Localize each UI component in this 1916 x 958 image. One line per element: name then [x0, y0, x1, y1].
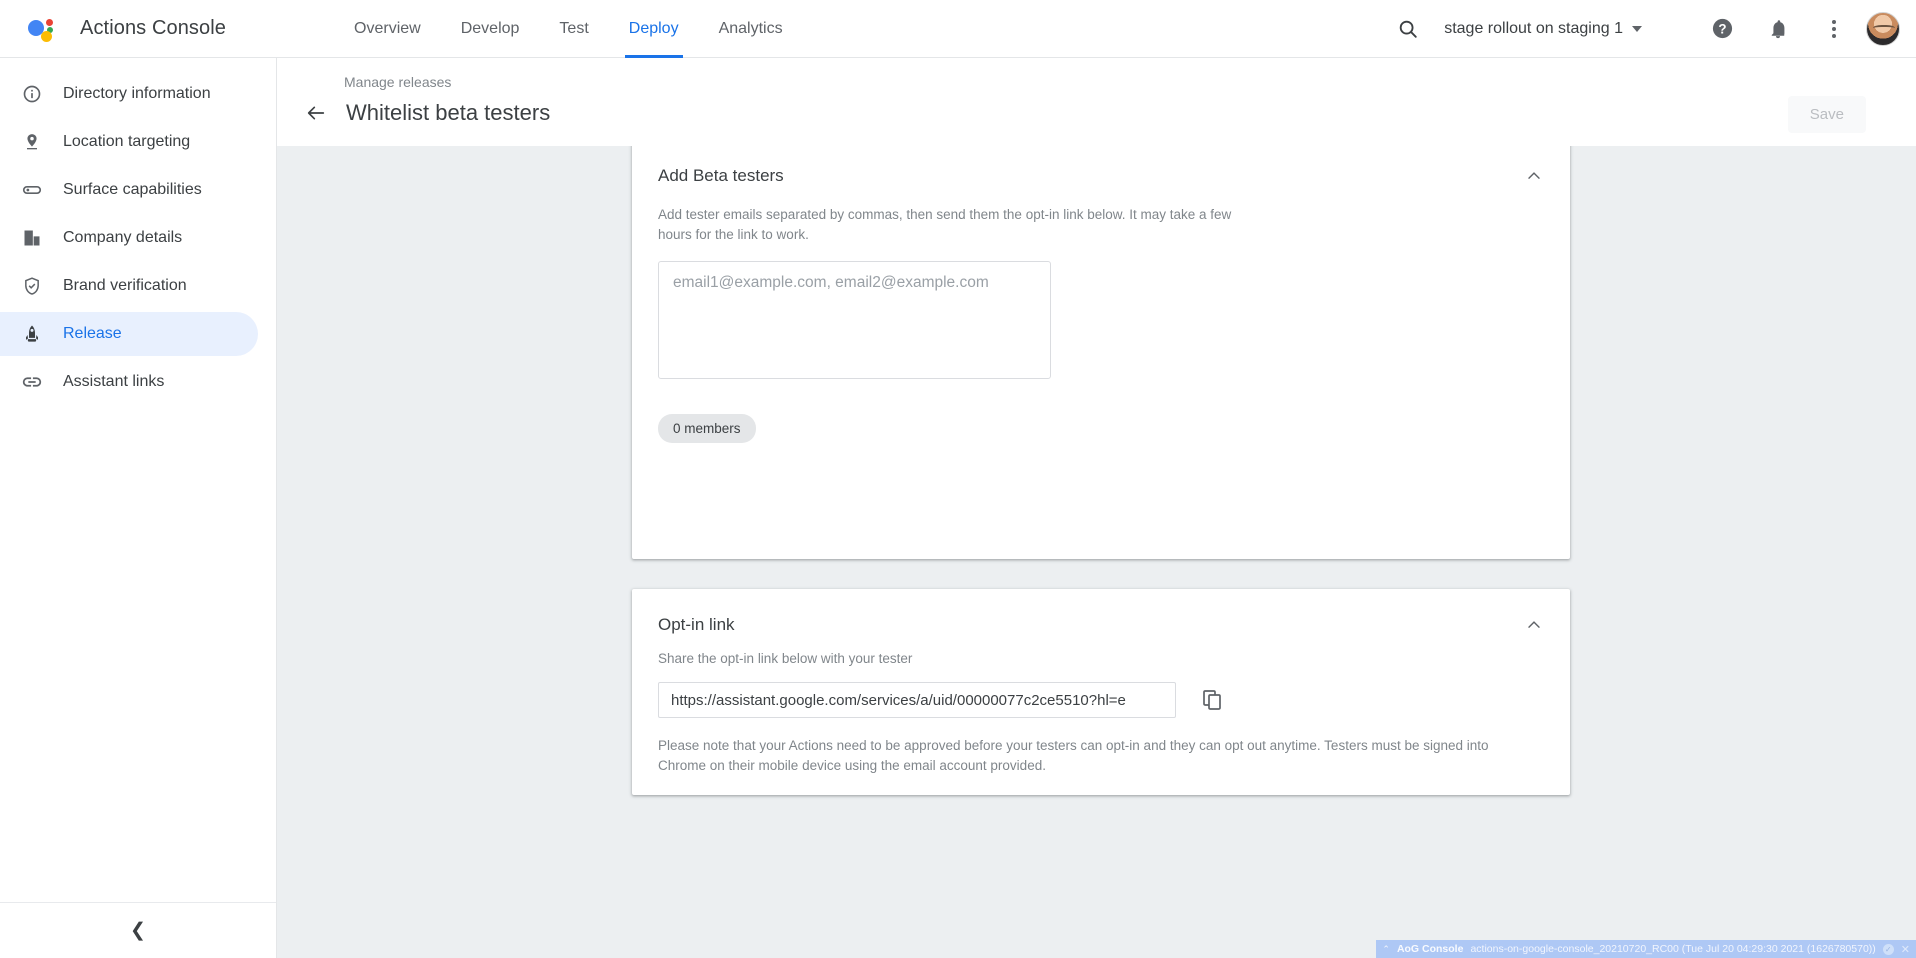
card-description: Share the opt-in link below with your te… [658, 651, 1544, 666]
optin-link-card: Opt-in link Share the opt-in link below … [632, 589, 1570, 795]
chevron-up-icon [1524, 615, 1544, 635]
sidebar-item-label: Company details [63, 229, 182, 247]
copy-link-button[interactable] [1192, 682, 1232, 718]
card-header: Add Beta testers [658, 166, 1544, 190]
chevron-left-icon: ❮ [130, 921, 146, 940]
add-beta-testers-card: Add Beta testers Add tester emails separ… [632, 146, 1570, 559]
optin-link-row [658, 682, 1544, 718]
page-header: Manage releases Whitelist beta testers S… [277, 58, 1916, 146]
building-icon [20, 226, 44, 250]
page-title: Whitelist beta testers [346, 100, 550, 126]
chevron-up-icon [1524, 166, 1544, 186]
cards-column: Add Beta testers Add tester emails separ… [632, 146, 1570, 795]
members-count-badge: 0 members [658, 414, 756, 443]
bell-icon [1767, 18, 1789, 40]
collapse-card-button[interactable] [1524, 615, 1544, 639]
debug-bar-label: AoG Console [1397, 943, 1464, 955]
sidebar-item-label: Assistant links [63, 373, 164, 391]
debug-bar-build: actions-on-google-console_20210720_RC00 … [1470, 943, 1875, 955]
avatar[interactable] [1866, 12, 1900, 46]
help-icon: ? [1711, 17, 1734, 40]
rocket-icon [20, 322, 44, 346]
svg-text:?: ? [1718, 21, 1726, 36]
more-options-button[interactable] [1812, 7, 1856, 51]
search-icon [1397, 18, 1419, 40]
tab-overview[interactable]: Overview [334, 0, 441, 58]
topbar-actions: stage rollout on staging 1 ? [1386, 7, 1916, 51]
sidebar-item-label: Location targeting [63, 133, 190, 151]
card-description: Add tester emails separated by commas, t… [658, 205, 1258, 244]
tab-analytics[interactable]: Analytics [699, 0, 803, 58]
primary-nav-tabs: Overview Develop Test Deploy Analytics [334, 0, 803, 58]
card-header: Opt-in link [658, 615, 1544, 639]
project-selector[interactable]: stage rollout on staging 1 [1430, 20, 1648, 38]
sidebar-nav-list: Directory information Location targeting… [0, 58, 276, 404]
sidebar-item-label: Directory information [63, 85, 211, 103]
card-title: Opt-in link [658, 615, 735, 635]
optin-note: Please note that your Actions need to be… [658, 736, 1518, 775]
optin-link-input[interactable] [658, 682, 1176, 718]
sidebar-item-brand-verification[interactable]: Brand verification [0, 264, 258, 308]
sidebar: Directory information Location targeting… [0, 58, 277, 958]
top-app-bar: Actions Console Overview Develop Test De… [0, 0, 1916, 58]
sidebar-item-surface-capabilities[interactable]: Surface capabilities [0, 168, 258, 212]
breadcrumb[interactable]: Manage releases [303, 74, 550, 90]
app-logo[interactable] [12, 14, 70, 44]
sidebar-item-company-details[interactable]: Company details [0, 216, 258, 260]
sidebar-item-label: Release [63, 325, 122, 343]
sidebar-collapse-button[interactable]: ❮ [0, 902, 276, 958]
tab-deploy[interactable]: Deploy [609, 0, 699, 58]
help-button[interactable]: ? [1700, 7, 1744, 51]
main-content: Manage releases Whitelist beta testers S… [277, 58, 1916, 958]
sidebar-item-location-targeting[interactable]: Location targeting [0, 120, 258, 164]
more-vert-icon [1832, 20, 1836, 38]
content-scroll-area[interactable]: Add Beta testers Add tester emails separ… [277, 146, 1916, 958]
sidebar-item-directory-information[interactable]: Directory information [0, 72, 258, 116]
google-assistant-logo-icon [26, 14, 56, 44]
beta-tester-emails-input[interactable] [658, 261, 1051, 379]
back-button[interactable] [303, 100, 329, 126]
chevron-up-small-icon[interactable]: ⌃ [1382, 944, 1390, 955]
place-pin-icon [20, 130, 44, 154]
app-title: Actions Console [80, 17, 226, 40]
notifications-button[interactable] [1756, 7, 1800, 51]
device-icon [20, 178, 44, 202]
info-icon [20, 82, 44, 106]
tab-test[interactable]: Test [539, 0, 608, 58]
card-spacer [658, 443, 1544, 539]
sidebar-item-release[interactable]: Release [0, 312, 258, 356]
debug-status-bar: ⌃ AoG Console actions-on-google-console_… [1376, 940, 1916, 958]
sidebar-item-label: Surface capabilities [63, 181, 202, 199]
chevron-down-icon [1632, 26, 1642, 32]
copy-icon [1200, 688, 1224, 712]
close-icon[interactable]: ✕ [1901, 943, 1910, 956]
tab-develop[interactable]: Develop [441, 0, 540, 58]
sidebar-item-label: Brand verification [63, 277, 187, 295]
check-circle-icon[interactable]: ✓ [1883, 944, 1894, 955]
save-button[interactable]: Save [1788, 96, 1866, 133]
project-name: stage rollout on staging 1 [1444, 20, 1623, 38]
link-icon [20, 370, 44, 394]
search-button[interactable] [1386, 7, 1430, 51]
shield-check-icon [20, 274, 44, 298]
header-left: Manage releases Whitelist beta testers [303, 72, 550, 126]
collapse-card-button[interactable] [1524, 166, 1544, 190]
sidebar-item-assistant-links[interactable]: Assistant links [0, 360, 258, 404]
card-title: Add Beta testers [658, 166, 784, 186]
arrow-back-icon [305, 102, 327, 124]
title-row: Whitelist beta testers [303, 100, 550, 126]
